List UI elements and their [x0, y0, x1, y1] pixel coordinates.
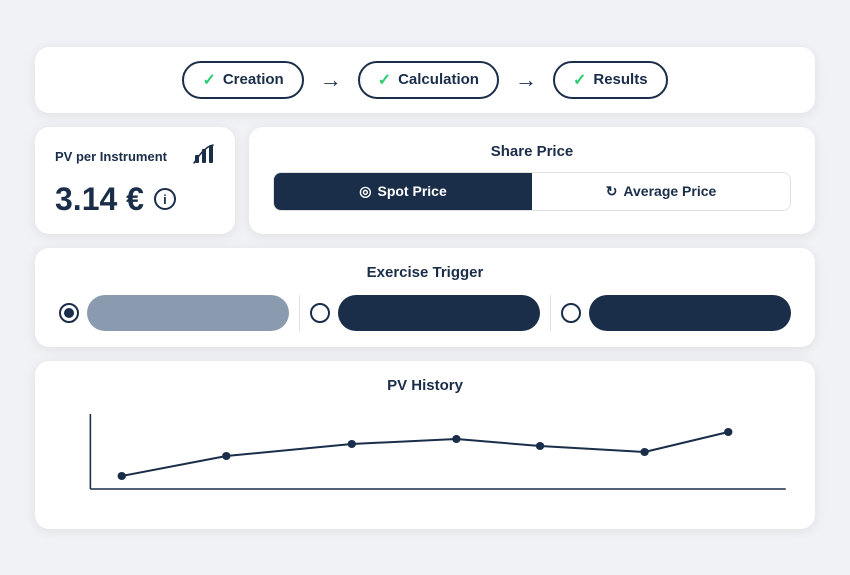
trigger-row — [59, 295, 791, 331]
trigger-segment-1 — [59, 295, 289, 331]
average-price-button[interactable]: ↻ Average Price — [532, 173, 790, 210]
main-container: ✓ Creation → ✓ Calculation → ✓ Results P… — [35, 47, 815, 529]
trigger-divider-2 — [550, 295, 551, 331]
pv-chart-icon — [193, 143, 215, 171]
step-calculation[interactable]: ✓ Calculation — [358, 61, 499, 99]
pv-card: PV per Instrument 3.14 € i — [35, 127, 235, 234]
step-label-creation: Creation — [223, 71, 284, 88]
pv-info-button[interactable]: i — [154, 188, 176, 210]
pv-history-title: PV History — [59, 377, 791, 394]
step-check-results: ✓ — [573, 70, 586, 90]
trigger-radio-2[interactable] — [310, 303, 330, 323]
exercise-trigger-card: Exercise Trigger — [35, 248, 815, 347]
spot-price-button[interactable]: ◎ Spot Price — [274, 173, 532, 210]
share-price-card: Share Price ◎ Spot Price ↻ Average Price — [249, 127, 815, 234]
step-label-calculation: Calculation — [398, 71, 479, 88]
exercise-trigger-title: Exercise Trigger — [59, 264, 791, 281]
trigger-radio-3[interactable] — [561, 303, 581, 323]
pv-history-chart — [59, 404, 791, 504]
pv-value-row: 3.14 € i — [55, 181, 215, 218]
trigger-divider-1 — [299, 295, 300, 331]
trigger-pill-1 — [87, 295, 289, 331]
step-arrow-2: → — [515, 67, 537, 93]
trigger-radio-1[interactable] — [59, 303, 79, 323]
step-arrow-1: → — [320, 67, 342, 93]
share-price-title: Share Price — [273, 143, 791, 160]
pv-header: PV per Instrument — [55, 143, 215, 171]
step-creation[interactable]: ✓ Creation — [182, 61, 303, 99]
spot-price-label: Spot Price — [377, 183, 446, 199]
trigger-pill-3 — [589, 295, 791, 331]
pv-history-card: PV History — [35, 361, 815, 529]
share-price-toggle: ◎ Spot Price ↻ Average Price — [273, 172, 791, 211]
step-label-results: Results — [593, 71, 647, 88]
stepper-card: ✓ Creation → ✓ Calculation → ✓ Results — [35, 47, 815, 113]
pv-title: PV per Instrument — [55, 149, 167, 164]
trigger-segment-2 — [310, 295, 540, 331]
trigger-segment-3 — [561, 295, 791, 331]
row2: PV per Instrument 3.14 € i Share Price — [35, 127, 815, 234]
spot-price-icon: ◎ — [359, 183, 371, 200]
trigger-pill-2 — [338, 295, 540, 331]
step-check-calculation: ✓ — [378, 70, 391, 90]
pv-value: 3.14 € — [55, 181, 144, 218]
average-price-icon: ↻ — [606, 183, 618, 200]
step-check-creation: ✓ — [202, 70, 215, 90]
step-results[interactable]: ✓ Results — [553, 61, 668, 99]
average-price-label: Average Price — [623, 183, 716, 199]
